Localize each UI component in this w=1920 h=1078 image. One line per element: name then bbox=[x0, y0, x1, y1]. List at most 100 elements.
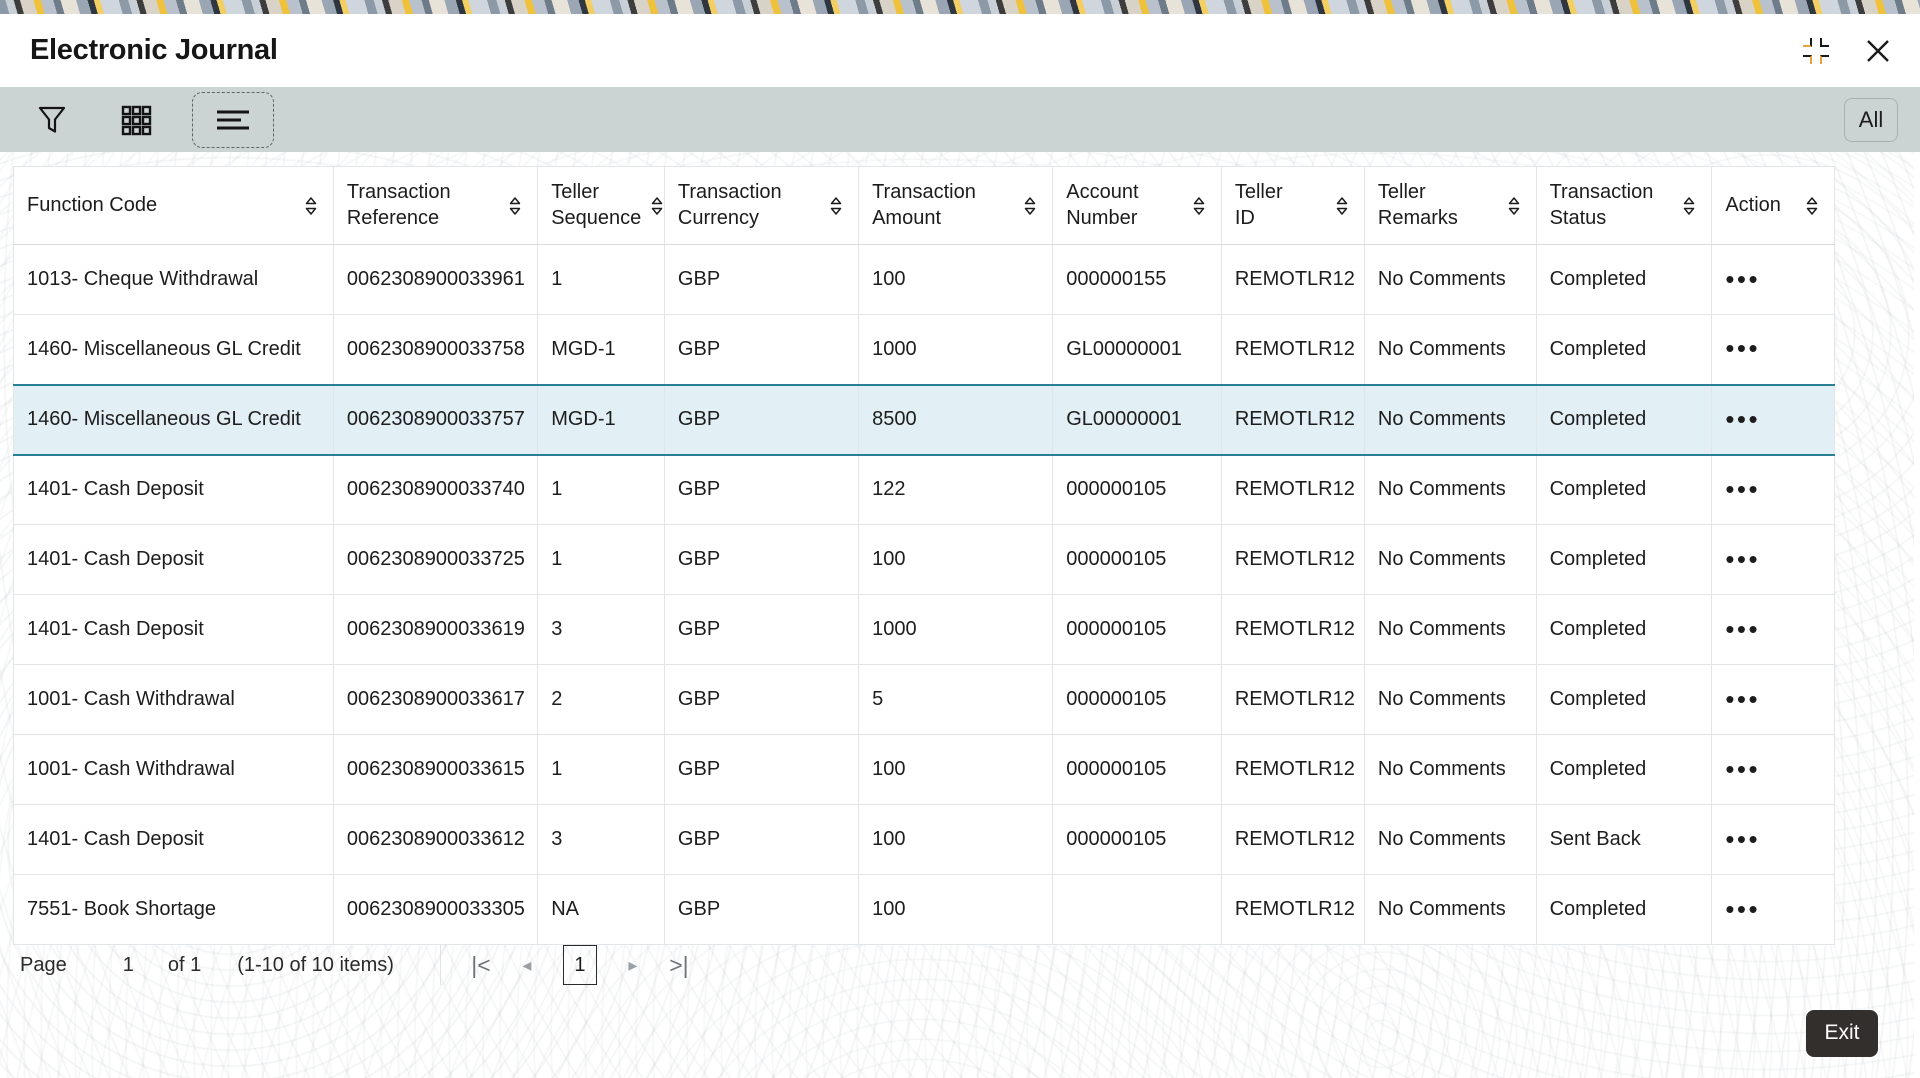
cell-transaction-currency: GBP bbox=[664, 875, 858, 945]
column-header-transaction-status[interactable]: Transaction Status bbox=[1536, 167, 1712, 245]
more-options-icon[interactable]: ••• bbox=[1725, 544, 1760, 574]
cell-function-code: 1460- Miscellaneous GL Credit bbox=[14, 385, 334, 455]
list-view-button[interactable] bbox=[192, 92, 274, 148]
column-header-transaction-reference[interactable]: Transaction Reference bbox=[333, 167, 537, 245]
table-row[interactable]: 7551- Book Shortage0062308900033305NAGBP… bbox=[14, 875, 1835, 945]
table-row[interactable]: 1401- Cash Deposit00623089000336193GBP10… bbox=[14, 595, 1835, 665]
cell-transaction-currency: GBP bbox=[664, 805, 858, 875]
cell-teller-sequence: MGD-1 bbox=[538, 315, 665, 385]
table-row[interactable]: 1401- Cash Deposit00623089000337251GBP10… bbox=[14, 525, 1835, 595]
exit-button[interactable]: Exit bbox=[1806, 1010, 1878, 1057]
table-row[interactable]: 1401- Cash Deposit00623089000337401GBP12… bbox=[14, 455, 1835, 525]
row-actions-cell[interactable]: ••• bbox=[1712, 735, 1835, 805]
cell-transaction-reference: 0062308900033757 bbox=[333, 385, 537, 455]
sort-icon[interactable] bbox=[1681, 195, 1697, 217]
all-filter-button[interactable]: All bbox=[1844, 98, 1898, 142]
table-row[interactable]: 1001- Cash Withdrawal00623089000336172GB… bbox=[14, 665, 1835, 735]
more-options-icon[interactable]: ••• bbox=[1725, 264, 1760, 294]
cell-teller-remarks: No Comments bbox=[1364, 735, 1536, 805]
row-actions-cell[interactable]: ••• bbox=[1712, 315, 1835, 385]
row-actions-cell[interactable]: ••• bbox=[1712, 595, 1835, 665]
more-options-icon[interactable]: ••• bbox=[1725, 824, 1760, 854]
sort-icon[interactable] bbox=[649, 195, 665, 217]
cell-transaction-status: Sent Back bbox=[1536, 805, 1712, 875]
cell-teller-id: REMOTLR12 bbox=[1221, 595, 1364, 665]
row-actions-cell[interactable]: ••• bbox=[1712, 805, 1835, 875]
table-row[interactable]: 1460- Miscellaneous GL Credit00623089000… bbox=[14, 385, 1835, 455]
last-page-button[interactable]: >| bbox=[669, 954, 689, 977]
cell-transaction-reference: 0062308900033619 bbox=[333, 595, 537, 665]
table-row[interactable]: 1460- Miscellaneous GL Credit00623089000… bbox=[14, 315, 1835, 385]
column-header-transaction-amount[interactable]: Transaction Amount bbox=[859, 167, 1053, 245]
column-header-action[interactable]: Action bbox=[1712, 167, 1835, 245]
table-row[interactable]: 1013- Cheque Withdrawal00623089000339611… bbox=[14, 245, 1835, 315]
cell-function-code: 1401- Cash Deposit bbox=[14, 805, 334, 875]
cell-teller-sequence: NA bbox=[538, 875, 665, 945]
row-actions-cell[interactable]: ••• bbox=[1712, 525, 1835, 595]
column-header-teller-id[interactable]: Teller ID bbox=[1221, 167, 1364, 245]
sort-icon[interactable] bbox=[1804, 195, 1820, 217]
item-range-label: (1-10 of 10 items) bbox=[237, 954, 394, 977]
sort-icon[interactable] bbox=[507, 195, 523, 217]
column-header-transaction-currency[interactable]: Transaction Currency bbox=[664, 167, 858, 245]
cell-transaction-reference: 0062308900033961 bbox=[333, 245, 537, 315]
more-options-icon[interactable]: ••• bbox=[1725, 684, 1760, 714]
title-bar: Electronic Journal bbox=[0, 14, 1920, 87]
cell-transaction-status: Completed bbox=[1536, 455, 1712, 525]
cell-account-number: 000000105 bbox=[1053, 455, 1222, 525]
row-actions-cell[interactable]: ••• bbox=[1712, 385, 1835, 455]
grid-view-button[interactable] bbox=[108, 97, 164, 143]
column-header-account-number[interactable]: Account Number bbox=[1053, 167, 1222, 245]
cell-transaction-amount: 100 bbox=[859, 525, 1053, 595]
more-options-icon[interactable]: ••• bbox=[1725, 894, 1760, 924]
page-number-button[interactable]: 1 bbox=[563, 945, 597, 985]
sort-icon[interactable] bbox=[1334, 195, 1350, 217]
table-row[interactable]: 1401- Cash Deposit00623089000336123GBP10… bbox=[14, 805, 1835, 875]
cell-teller-sequence: 3 bbox=[538, 595, 665, 665]
pagination-controls: |< ◂ 1 ▸ >| bbox=[440, 945, 689, 985]
footer-bar: Exit bbox=[0, 985, 1920, 1078]
column-header-teller-sequence[interactable]: Teller Sequence bbox=[538, 167, 665, 245]
cell-transaction-reference: 0062308900033758 bbox=[333, 315, 537, 385]
total-pages-label: of 1 bbox=[168, 954, 201, 977]
row-actions-cell[interactable]: ••• bbox=[1712, 245, 1835, 315]
column-header-teller-remarks[interactable]: Teller Remarks bbox=[1364, 167, 1536, 245]
sort-icon[interactable] bbox=[828, 195, 844, 217]
row-actions-cell[interactable]: ••• bbox=[1712, 665, 1835, 735]
row-actions-cell[interactable]: ••• bbox=[1712, 875, 1835, 945]
table-row[interactable]: 1001- Cash Withdrawal00623089000336151GB… bbox=[14, 735, 1835, 805]
close-button[interactable] bbox=[1858, 31, 1898, 71]
cell-teller-remarks: No Comments bbox=[1364, 525, 1536, 595]
cell-transaction-amount: 5 bbox=[859, 665, 1053, 735]
more-options-icon[interactable]: ••• bbox=[1725, 754, 1760, 784]
column-header-label: Transaction Amount bbox=[872, 180, 976, 231]
first-page-button[interactable]: |< bbox=[471, 954, 491, 977]
cell-teller-sequence: MGD-1 bbox=[538, 385, 665, 455]
row-actions-cell[interactable]: ••• bbox=[1712, 455, 1835, 525]
sort-icon[interactable] bbox=[1191, 195, 1207, 217]
more-options-icon[interactable]: ••• bbox=[1725, 614, 1760, 644]
more-options-icon[interactable]: ••• bbox=[1725, 474, 1760, 504]
table-header-row: Function CodeTransaction ReferenceTeller… bbox=[14, 167, 1835, 245]
cell-transaction-reference: 0062308900033615 bbox=[333, 735, 537, 805]
column-header-function-code[interactable]: Function Code bbox=[14, 167, 334, 245]
filter-button[interactable] bbox=[24, 97, 80, 143]
more-options-icon[interactable]: ••• bbox=[1725, 333, 1760, 363]
sort-icon[interactable] bbox=[303, 195, 319, 217]
cell-account-number: 000000105 bbox=[1053, 805, 1222, 875]
cell-teller-remarks: No Comments bbox=[1364, 315, 1536, 385]
cell-transaction-amount: 100 bbox=[859, 735, 1053, 805]
cell-transaction-status: Completed bbox=[1536, 735, 1712, 805]
more-options-icon[interactable]: ••• bbox=[1725, 404, 1760, 434]
cell-transaction-currency: GBP bbox=[664, 315, 858, 385]
sort-icon[interactable] bbox=[1022, 195, 1038, 217]
cell-teller-id: REMOTLR12 bbox=[1221, 875, 1364, 945]
sort-icon[interactable] bbox=[1506, 195, 1522, 217]
cell-teller-sequence: 1 bbox=[538, 245, 665, 315]
cell-transaction-currency: GBP bbox=[664, 455, 858, 525]
column-header-label: Teller Remarks bbox=[1378, 180, 1458, 231]
restore-button[interactable] bbox=[1796, 31, 1836, 71]
next-page-button[interactable]: ▸ bbox=[623, 956, 643, 974]
current-page-value: 1 bbox=[123, 954, 134, 977]
previous-page-button[interactable]: ◂ bbox=[517, 956, 537, 974]
